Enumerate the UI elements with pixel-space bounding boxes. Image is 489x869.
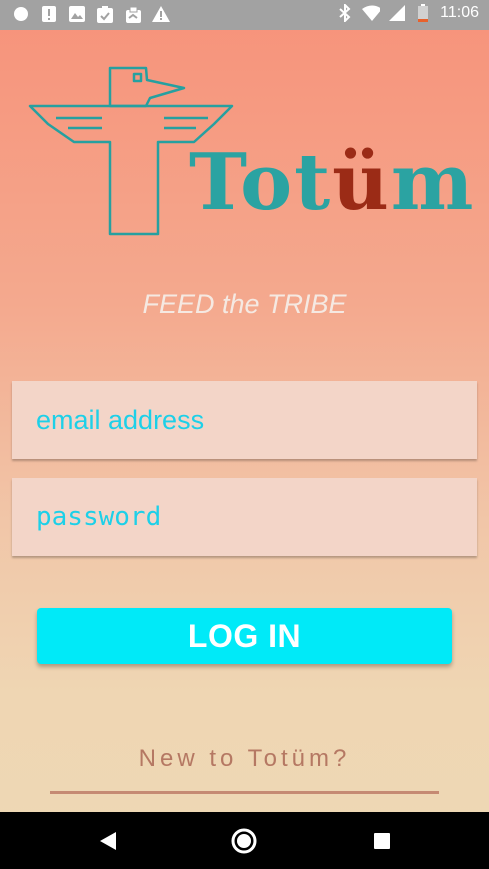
wordmark-end: m (390, 137, 476, 228)
clipboard-icon (124, 5, 142, 23)
app-wordmark: Totüm (189, 137, 475, 228)
password-field-container (12, 478, 477, 556)
status-bar: 11:06 (0, 0, 489, 30)
email-field[interactable] (36, 381, 476, 459)
signup-link[interactable]: New to Totüm? (0, 745, 489, 773)
password-field[interactable] (36, 478, 476, 556)
login-button[interactable]: LOG IN (37, 608, 452, 664)
signup-underline (50, 791, 439, 794)
tagline: FEED the TRIBE (142, 289, 347, 319)
status-time: 11:06 (440, 4, 479, 21)
app-logo: Totüm (26, 62, 473, 252)
wifi-icon (362, 4, 381, 22)
clipboard-check-icon (96, 5, 114, 23)
alert-icon (40, 5, 58, 23)
image-icon (68, 5, 86, 23)
status-right-icons: 11:06 (336, 4, 479, 22)
recents-icon[interactable] (367, 826, 397, 856)
notification-circle-icon (12, 5, 30, 23)
nav-bar (0, 812, 489, 869)
wordmark-start: Tot (189, 137, 333, 228)
home-icon[interactable] (229, 826, 259, 856)
wordmark-umlaut: ü (332, 137, 391, 228)
warning-icon (152, 5, 170, 23)
signal-icon (388, 4, 406, 22)
battery-icon (414, 4, 432, 22)
status-left-icons (12, 5, 170, 23)
bluetooth-icon (336, 4, 354, 22)
email-field-container (12, 381, 477, 459)
back-icon[interactable] (93, 826, 123, 856)
